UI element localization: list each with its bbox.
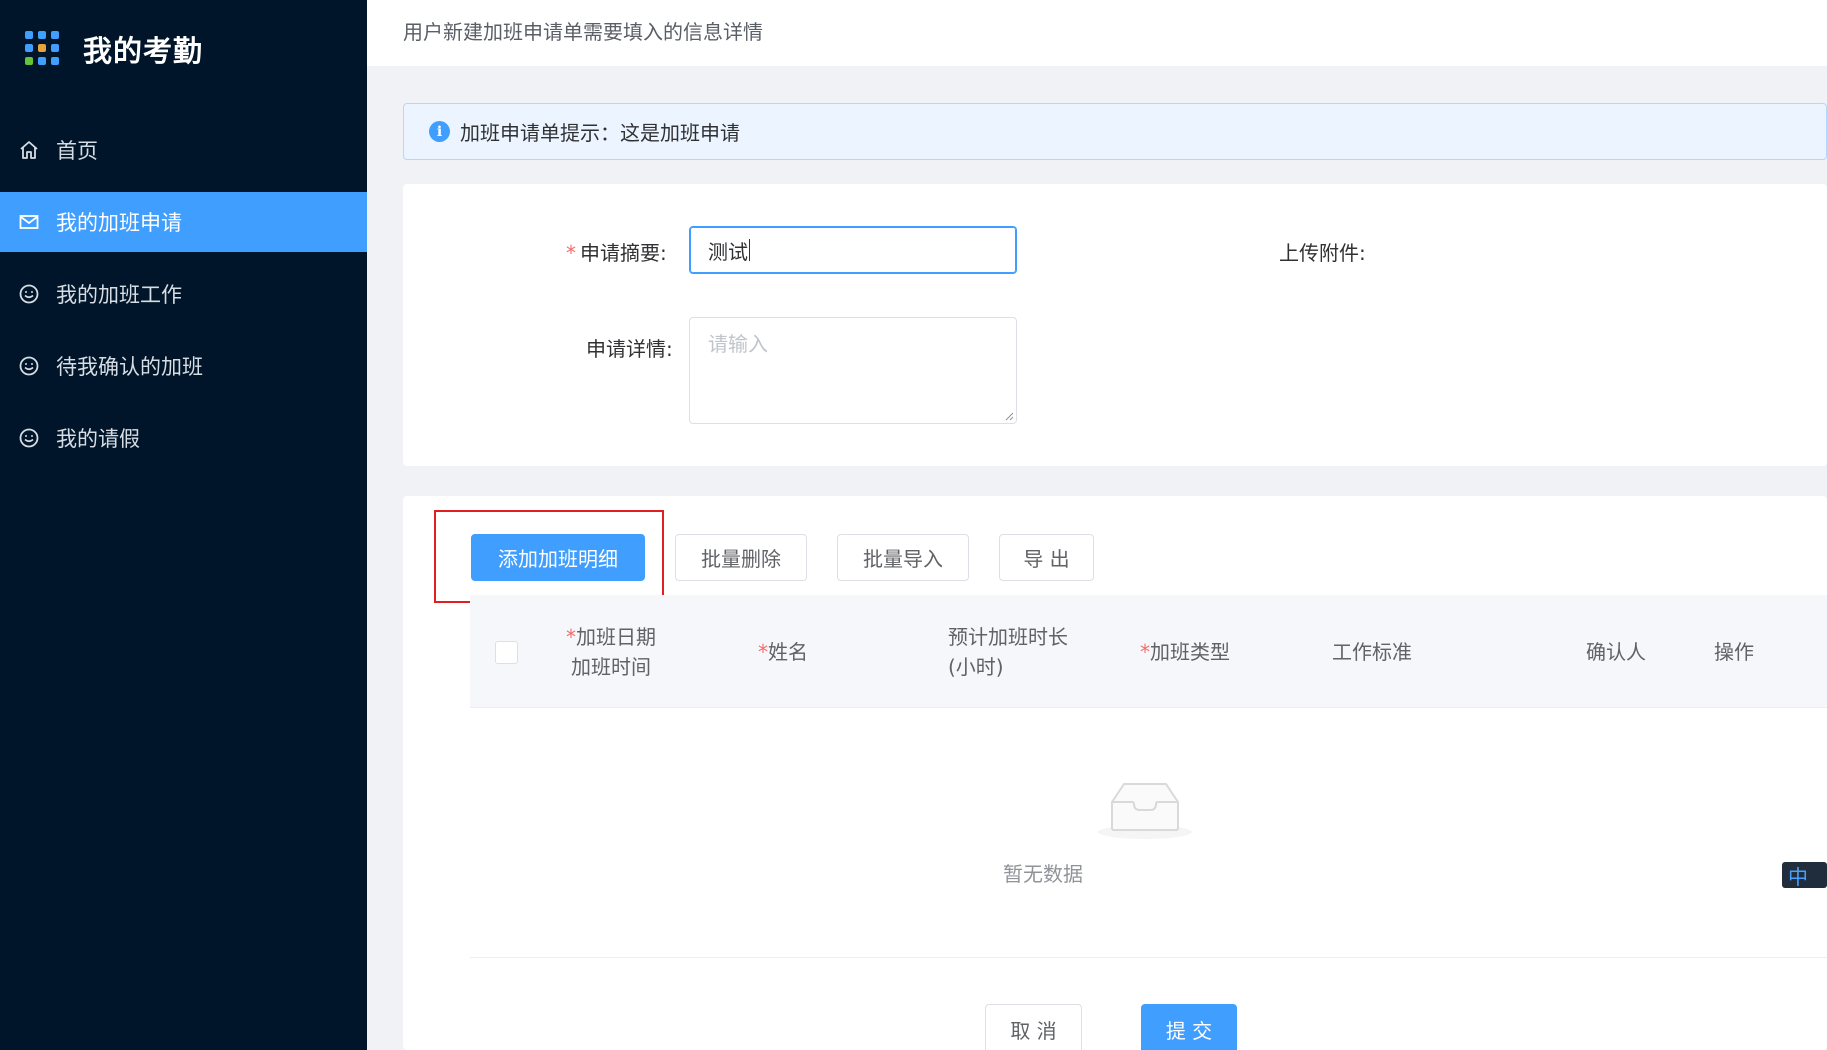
detail-label: 申请详情: xyxy=(586,337,673,361)
text-cursor xyxy=(749,239,750,261)
submit-button[interactable]: 提 交 xyxy=(1141,1004,1237,1050)
attachment-label: 上传附件: xyxy=(1279,241,1366,265)
cancel-button[interactable]: 取 消 xyxy=(985,1004,1082,1050)
column-header-date[interactable]: *加班日期 加班时间 xyxy=(566,622,656,682)
sidebar-item-my-overtime-request[interactable]: 我的加班申请 xyxy=(0,192,367,252)
add-overtime-detail-button[interactable]: 添加加班明细 xyxy=(471,534,645,581)
info-icon: i xyxy=(429,121,450,142)
sidebar: 我的考勤 首页 我的加班申请 我的加班工作 待我确认的加班 我的请假 xyxy=(0,0,367,1050)
app-logo[interactable]: 我的考勤 xyxy=(25,28,203,70)
batch-delete-button[interactable]: 批量删除 xyxy=(675,534,807,581)
summary-input[interactable]: 测试 xyxy=(689,226,1017,274)
sidebar-item-label: 首页 xyxy=(56,139,98,163)
column-header-standard[interactable]: 工作标准 xyxy=(1332,637,1412,667)
alert-text: 加班申请单提示：这是加班申请 xyxy=(460,121,740,145)
app-title: 我的考勤 xyxy=(83,34,204,68)
sidebar-item-label: 我的加班申请 xyxy=(56,211,182,235)
detail-placeholder: 请输入 xyxy=(708,332,768,356)
form-card xyxy=(403,184,1827,466)
column-header-name[interactable]: *姓名 xyxy=(758,637,808,667)
column-header-hours[interactable]: 预计加班时长 (小时) xyxy=(948,622,1068,682)
column-header-action: 操作 xyxy=(1714,640,1754,664)
smile-icon xyxy=(18,355,40,377)
column-header-confirmer[interactable]: 确认人 xyxy=(1586,637,1646,667)
required-mark: * xyxy=(566,241,576,265)
empty-text: 暂无数据 xyxy=(1003,862,1083,886)
sidebar-item-label: 待我确认的加班 xyxy=(56,355,203,379)
ime-indicator[interactable]: 中 xyxy=(1782,862,1827,889)
detail-textarea[interactable]: 请输入 xyxy=(689,317,1017,424)
home-icon xyxy=(18,139,40,161)
export-button[interactable]: 导 出 xyxy=(999,534,1094,581)
sidebar-item-my-leave[interactable]: 我的请假 xyxy=(0,408,367,468)
summary-input-value: 测试 xyxy=(708,239,748,264)
sidebar-item-my-overtime-work[interactable]: 我的加班工作 xyxy=(0,264,367,324)
smile-icon xyxy=(18,427,40,449)
sidebar-item-label: 我的加班工作 xyxy=(56,283,182,307)
page-description: 用户新建加班申请单需要填入的信息详情 xyxy=(403,20,763,44)
summary-label: * 申请摘要: xyxy=(566,241,667,265)
mail-icon xyxy=(18,211,40,233)
empty-box-icon xyxy=(1098,783,1192,839)
column-header-type[interactable]: *加班类型 xyxy=(1140,637,1230,667)
sidebar-item-home[interactable]: 首页 xyxy=(0,120,367,180)
sidebar-item-pending-confirmation[interactable]: 待我确认的加班 xyxy=(0,336,367,396)
info-alert: i 加班申请单提示：这是加班申请 xyxy=(403,103,1827,160)
select-all-checkbox[interactable] xyxy=(495,641,518,664)
sidebar-menu: 首页 我的加班申请 我的加班工作 待我确认的加班 我的请假 xyxy=(0,120,367,480)
sidebar-item-label: 我的请假 xyxy=(56,427,140,451)
batch-import-button[interactable]: 批量导入 xyxy=(837,534,969,581)
resize-handle-icon[interactable] xyxy=(1004,411,1014,421)
smile-icon xyxy=(18,283,40,305)
page-header: 用户新建加班申请单需要填入的信息详情 xyxy=(367,0,1827,66)
table-header: *加班日期 加班时间 *姓名 预计加班时长 (小时) *加班类型 工作标准 确认… xyxy=(470,595,1827,708)
ime-label: 中 xyxy=(1788,864,1808,889)
apps-grid-icon xyxy=(25,31,61,67)
